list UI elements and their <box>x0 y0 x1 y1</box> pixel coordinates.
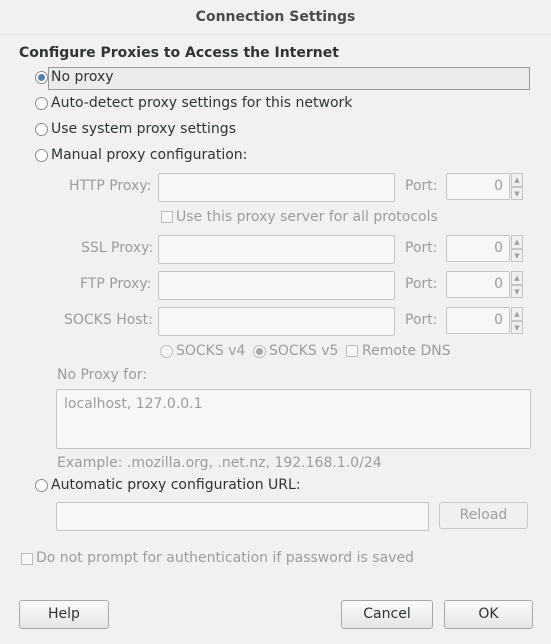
socks-port-input[interactable]: 0 <box>446 307 510 334</box>
ssl-port-up-icon[interactable]: ▲ <box>511 235 523 249</box>
http-port-down-icon[interactable]: ▼ <box>511 187 523 200</box>
socks-v4-label[interactable]: SOCKS v4 <box>176 343 245 359</box>
auth-prompt-checkbox[interactable] <box>21 553 33 565</box>
ssl-proxy-input[interactable] <box>158 235 395 264</box>
socks-port-label: Port: <box>405 312 438 328</box>
ssl-port-down-icon[interactable]: ▼ <box>511 249 523 262</box>
auto-detect-label[interactable]: Auto-detect proxy settings for this netw… <box>51 95 352 111</box>
cancel-button[interactable]: Cancel <box>341 600 433 629</box>
http-port-up-icon[interactable]: ▲ <box>511 173 523 187</box>
remote-dns-label[interactable]: Remote DNS <box>362 343 451 359</box>
http-port-label: Port: <box>405 178 438 194</box>
section-heading: Configure Proxies to Access the Internet <box>19 45 339 61</box>
socks-port-up-icon[interactable]: ▲ <box>511 307 523 321</box>
no-proxy-radio[interactable] <box>35 71 48 84</box>
use-all-protocols-checkbox[interactable] <box>161 211 173 223</box>
http-port-input[interactable]: 0 <box>446 173 510 200</box>
manual-proxy-radio[interactable] <box>35 149 48 162</box>
auto-config-url-input[interactable] <box>56 502 429 531</box>
ftp-port-down-icon[interactable]: ▼ <box>511 285 523 298</box>
socks-v5-radio[interactable] <box>253 345 266 358</box>
manual-proxy-label[interactable]: Manual proxy configuration: <box>51 147 247 163</box>
ssl-port-input[interactable]: 0 <box>446 235 510 262</box>
focus-highlight <box>48 67 530 90</box>
http-proxy-input[interactable] <box>158 173 395 202</box>
socks-port-down-icon[interactable]: ▼ <box>511 321 523 334</box>
ftp-port-up-icon[interactable]: ▲ <box>511 271 523 285</box>
no-proxy-example: Example: .mozilla.org, .net.nz, 192.168.… <box>57 455 382 471</box>
ftp-proxy-label: FTP Proxy: <box>80 276 152 292</box>
socks-host-label: SOCKS Host: <box>64 312 153 328</box>
ftp-port-input[interactable]: 0 <box>446 271 510 298</box>
socks-v4-radio[interactable] <box>160 345 173 358</box>
reload-button[interactable]: Reload <box>439 502 528 529</box>
remote-dns-checkbox[interactable] <box>346 345 358 357</box>
http-proxy-label: HTTP Proxy: <box>69 178 152 194</box>
ssl-proxy-label: SSL Proxy: <box>81 240 154 256</box>
ftp-proxy-input[interactable] <box>158 271 395 300</box>
use-all-protocols-label[interactable]: Use this proxy server for all protocols <box>176 209 438 225</box>
help-button[interactable]: Help <box>19 600 109 629</box>
no-proxy-label[interactable]: No proxy <box>51 69 114 85</box>
socks-host-input[interactable] <box>158 307 395 336</box>
window-title: Connection Settings <box>0 0 551 35</box>
auto-config-url-label[interactable]: Automatic proxy configuration URL: <box>51 477 301 493</box>
no-proxy-for-value: localhost, 127.0.0.1 <box>64 396 203 412</box>
no-proxy-for-label: No Proxy for: <box>57 367 148 383</box>
system-proxy-label[interactable]: Use system proxy settings <box>51 121 236 137</box>
ok-button[interactable]: OK <box>444 600 533 629</box>
system-proxy-radio[interactable] <box>35 123 48 136</box>
socks-v5-label[interactable]: SOCKS v5 <box>269 343 338 359</box>
auto-config-url-radio[interactable] <box>35 479 48 492</box>
auto-detect-radio[interactable] <box>35 97 48 110</box>
ftp-port-label: Port: <box>405 276 438 292</box>
ssl-port-label: Port: <box>405 240 438 256</box>
auth-prompt-label[interactable]: Do not prompt for authentication if pass… <box>36 550 414 566</box>
